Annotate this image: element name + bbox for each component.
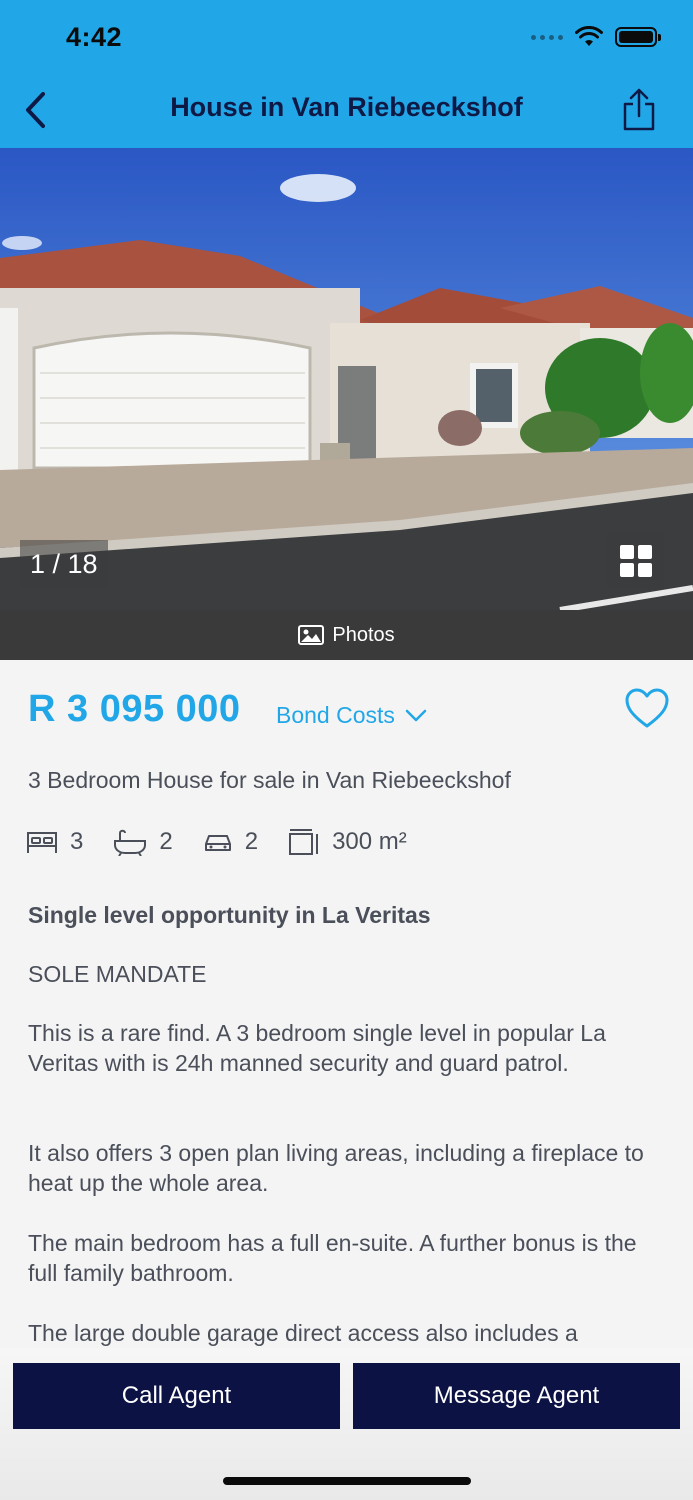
back-button[interactable] [16, 88, 56, 132]
feature-garages: 2 [203, 828, 258, 856]
image-icon [298, 625, 325, 645]
description-heading: Single level opportunity in La Veritas [28, 902, 431, 928]
chevron-down-icon [405, 709, 427, 721]
feature-list: 3 2 2 300 m² [26, 828, 437, 856]
feature-bathrooms: 2 [113, 828, 173, 856]
grid-icon [619, 545, 652, 577]
gallery-grid-button[interactable] [607, 533, 664, 589]
status-time: 4:42 [66, 22, 123, 52]
bond-costs-dropdown[interactable]: Bond Costs [276, 702, 427, 729]
description-paragraph: This is a rare find. A 3 bedroom single … [28, 1020, 606, 1076]
chevron-left-icon [26, 92, 45, 128]
bathrooms-count: 2 [159, 828, 173, 855]
call-agent-button[interactable]: Call Agent [13, 1363, 340, 1429]
signal-icon [531, 34, 563, 40]
page-title: House in Van Riebeeckshof [170, 92, 523, 122]
floor-size-icon [289, 829, 319, 855]
share-icon [623, 88, 655, 131]
description-paragraph: The large double garage direct access al… [28, 1320, 578, 1346]
photo-counter: 1 / 18 [20, 540, 108, 589]
car-icon [204, 835, 231, 851]
description-paragraph: The main bedroom has a full en-suite. A … [28, 1230, 637, 1286]
message-agent-button[interactable]: Message Agent [353, 1363, 680, 1429]
description-paragraph: SOLE MANDATE [28, 961, 207, 987]
bond-costs-label: Bond Costs [276, 702, 395, 728]
garages-count: 2 [244, 828, 259, 855]
heart-icon [625, 688, 669, 728]
wifi-icon [575, 26, 603, 46]
description-paragraph: It also offers 3 open plan living areas,… [28, 1140, 644, 1196]
status-icons [531, 26, 661, 48]
favourite-button[interactable] [624, 688, 670, 730]
bedrooms-count: 3 [70, 828, 84, 855]
feature-floor-size: 300 m² [288, 828, 407, 856]
share-button[interactable] [617, 86, 661, 134]
listing-subtitle: 3 Bedroom House for sale in Van Riebeeck… [28, 767, 511, 793]
photos-tab[interactable]: Photos [0, 610, 693, 660]
bath-icon [114, 829, 147, 856]
photos-label: Photos [332, 623, 395, 646]
feature-bedrooms: 3 [26, 828, 83, 856]
bed-icon [27, 832, 57, 853]
floor-size-value: 300 m² [332, 828, 407, 855]
battery-icon [615, 27, 661, 47]
home-indicator[interactable] [223, 1477, 471, 1485]
listing-price: R 3 095 000 [28, 688, 241, 730]
